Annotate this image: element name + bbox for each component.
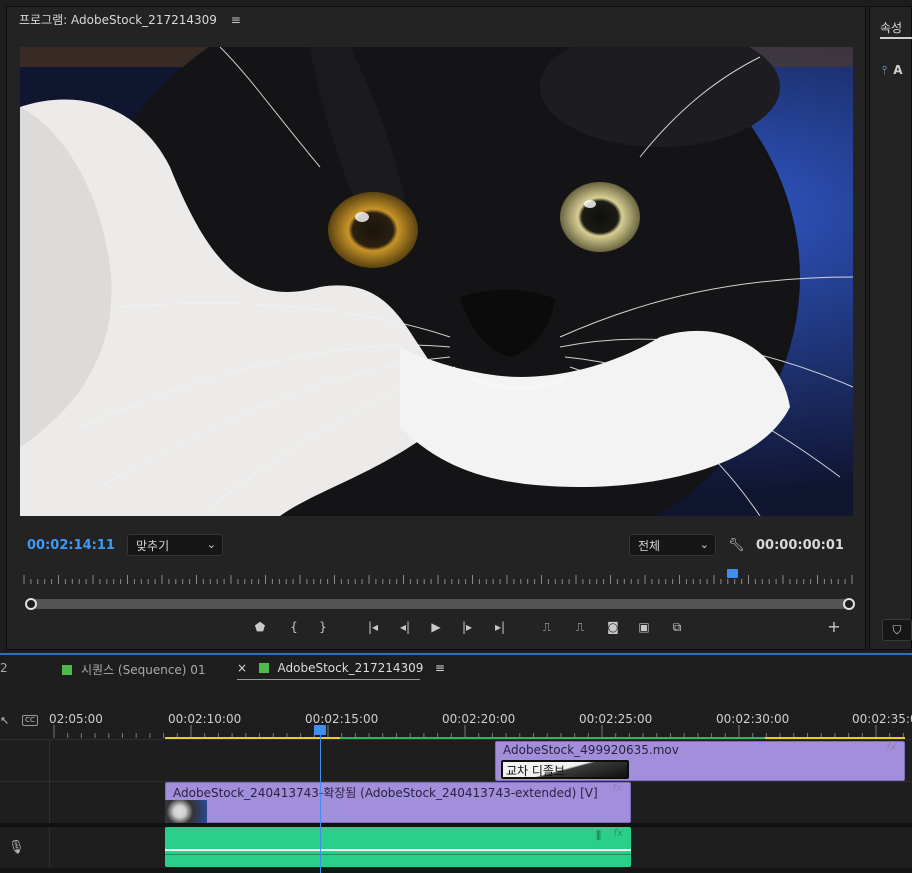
duration-timecode: 00:00:00:01 xyxy=(756,538,844,553)
tab-sequence-01[interactable]: 시퀀스 (Sequence) 01 xyxy=(62,661,206,678)
sequence-color-icon xyxy=(62,665,72,675)
panel-menu-icon[interactable]: ≡ xyxy=(231,13,241,27)
transport-controls: ⬟ { } |◂ ◂| ▶ |▸ ▸| ⎍ ⎍ ◙ ▣ ⧉ + xyxy=(7,617,867,637)
proxy-icon[interactable]: ⧉ xyxy=(667,617,687,637)
tab-partial[interactable]: 2 xyxy=(0,661,8,675)
play-icon[interactable]: ▶ xyxy=(426,617,446,637)
audio-clip[interactable]: ⫼ fx xyxy=(165,827,631,867)
program-monitor-title: 프로그램: AdobeStock_217214309 ≡ xyxy=(19,11,241,28)
resolution-select-value: 전체 xyxy=(638,539,661,553)
ruler-time-label: 00:02:30:00 xyxy=(716,712,790,726)
wrench-icon[interactable]: 🔧︎ xyxy=(728,538,745,553)
extract-icon[interactable]: ⎍ xyxy=(570,617,590,637)
ruler-time-label: 00:02:25:00 xyxy=(579,712,653,726)
timeline-panel: 2 시퀀스 (Sequence) 01 × AdobeStock_2172143… xyxy=(0,653,912,873)
zoom-scrollbar[interactable] xyxy=(25,598,855,610)
compare-icon[interactable]: ▣ xyxy=(634,617,654,637)
properties-panel: 속성 ⫯ A ⛉ xyxy=(869,6,912,650)
ruler-time-label: 02:05:00 xyxy=(49,712,103,726)
monitor-playhead-marker[interactable] xyxy=(727,569,738,578)
fit-select[interactable]: 맞추기 ⌄ xyxy=(127,534,223,556)
fit-select-value: 맞추기 xyxy=(136,539,170,553)
tab-adobestock-217214309[interactable]: × AdobeStock_217214309 ≡ xyxy=(237,661,445,675)
resolution-select[interactable]: 전체 ⌄ xyxy=(629,534,716,556)
program-monitor-title-text: 프로그램: AdobeStock_217214309 xyxy=(19,13,217,27)
add-icon[interactable]: + xyxy=(824,617,844,637)
mark-out-icon[interactable]: } xyxy=(313,617,333,637)
ruler-time-label: 00:02:15:00 xyxy=(305,712,379,726)
clip-adobestock-240413743[interactable]: AdobeStock_240413743-확장됨 (AdobeStock_240… xyxy=(165,782,631,823)
cat-video-frame xyxy=(20,47,853,516)
track-divider xyxy=(0,739,912,740)
transition-label: 교차 디졸브 xyxy=(506,764,566,778)
video-preview xyxy=(20,47,853,516)
clip-thumbnail xyxy=(165,800,207,823)
properties-tab[interactable]: 속성 xyxy=(880,19,902,36)
go-to-out-icon[interactable]: ▸| xyxy=(490,617,510,637)
tab-menu-icon[interactable]: ≡ xyxy=(435,661,445,675)
tab-adobestock-label: AdobeStock_217214309 xyxy=(277,661,424,675)
align-icon[interactable]: ⫯ A xyxy=(882,63,903,78)
scrollbar-left-handle[interactable] xyxy=(25,598,37,610)
step-back-icon[interactable]: ◂| xyxy=(395,617,415,637)
audio-volume-line[interactable] xyxy=(165,849,631,851)
track-header-divider xyxy=(49,739,50,873)
program-monitor-panel: 프로그램: AdobeStock_217214309 ≡ 00:02:14:11… xyxy=(6,6,866,650)
wrench-icon[interactable]: ↖ xyxy=(0,714,9,727)
scrollbar-right-handle[interactable] xyxy=(843,598,855,610)
ruler-time-label: 00:02:35:00 xyxy=(852,712,912,726)
ruler-time-label: 00:02:10:00 xyxy=(168,712,242,726)
property-item-initial: A xyxy=(893,63,903,77)
clip-label: AdobeStock_499920635.mov xyxy=(503,743,679,757)
step-forward-icon[interactable]: |▸ xyxy=(457,617,477,637)
paint-bucket-icon[interactable]: ⛉ xyxy=(882,619,912,641)
lift-icon[interactable]: ⎍ xyxy=(537,617,557,637)
marker-icon[interactable]: ⬟ xyxy=(250,617,270,637)
go-to-in-icon[interactable]: |◂ xyxy=(363,617,383,637)
fx-badge-icon[interactable]: fx xyxy=(613,783,622,794)
microphone-icon[interactable]: 🎙︎ xyxy=(8,840,25,855)
scrollbar-track[interactable] xyxy=(31,599,849,609)
cross-dissolve-transition[interactable]: 교차 디졸브 xyxy=(501,760,629,779)
close-icon[interactable]: × xyxy=(237,661,247,675)
fx-badge-icon[interactable]: fx xyxy=(887,742,896,753)
timeline-playhead-line[interactable] xyxy=(320,733,321,873)
tab-partial-label: 2 xyxy=(0,661,8,675)
playhead-timecode[interactable]: 00:02:14:11 xyxy=(27,538,115,553)
mark-in-icon[interactable]: { xyxy=(284,617,304,637)
waveform-icon: ⫼ xyxy=(595,829,601,842)
tab-sequence-01-label: 시퀀스 (Sequence) 01 xyxy=(81,663,206,677)
active-tab-underline xyxy=(237,679,420,680)
camera-icon[interactable]: ◙ xyxy=(603,617,623,637)
sequence-color-icon xyxy=(258,663,269,673)
captions-icon[interactable]: CC xyxy=(22,715,38,726)
ruler-time-label: 00:02:20:00 xyxy=(442,712,516,726)
track-divider xyxy=(0,868,912,873)
chevron-down-icon: ⌄ xyxy=(699,538,709,551)
properties-tab-underline xyxy=(880,37,912,39)
fx-badge-icon[interactable]: fx xyxy=(614,828,623,839)
chevron-down-icon: ⌄ xyxy=(206,538,216,551)
clip-label: AdobeStock_240413743-확장됨 (AdobeStock_240… xyxy=(173,786,598,800)
audio-waveform-line xyxy=(165,854,631,855)
